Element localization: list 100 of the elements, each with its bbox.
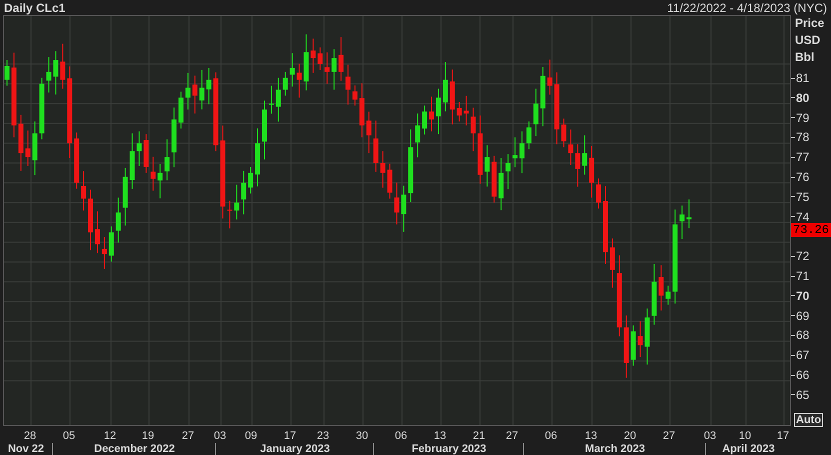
month-label: March 2023 bbox=[585, 443, 645, 455]
candlestick bbox=[429, 96, 434, 132]
candlestick bbox=[492, 155, 497, 204]
date-range: 11/22/2022 - 4/18/2023 (NYC) bbox=[667, 0, 827, 14]
date-tick-label: 17 bbox=[284, 430, 296, 442]
price-tick-label: 74 bbox=[796, 210, 810, 224]
last-price-label: 73.26 bbox=[791, 223, 831, 237]
candlestick bbox=[310, 38, 316, 74]
candlestick bbox=[227, 200, 232, 229]
candlestick bbox=[158, 164, 163, 199]
date-tick-label: 17 bbox=[776, 430, 790, 442]
candlestick bbox=[144, 134, 149, 174]
date-tick-label: 30 bbox=[356, 430, 368, 442]
month-label: January 2023 bbox=[260, 443, 330, 455]
candlestick bbox=[248, 166, 254, 194]
price-tick-label: 70 bbox=[796, 288, 810, 303]
candlestick bbox=[81, 170, 86, 212]
candlestick bbox=[234, 184, 240, 220]
candlestick bbox=[394, 182, 400, 225]
axis-unit-label: Price bbox=[795, 15, 824, 32]
month-label: December 2022 bbox=[94, 443, 175, 455]
candlestick bbox=[164, 138, 170, 181]
candlestick bbox=[680, 205, 685, 240]
candlestick bbox=[547, 59, 552, 96]
date-tick-label: 27 bbox=[662, 430, 676, 442]
candlestick bbox=[561, 118, 566, 148]
candlestick bbox=[652, 263, 657, 326]
date-tick-label: 19 bbox=[142, 430, 154, 442]
candlestick bbox=[359, 82, 364, 138]
date-tick-label: 21 bbox=[472, 430, 486, 442]
date-tick-label: 06 bbox=[394, 430, 408, 442]
price-tick-label: 80 bbox=[796, 90, 810, 105]
price-tick-label: 79 bbox=[796, 110, 810, 125]
date-tick-label: 28 bbox=[24, 430, 36, 442]
price-tick-label: 66 bbox=[796, 368, 810, 382]
date-tick-label: 27 bbox=[182, 430, 194, 442]
candlestick bbox=[255, 128, 260, 187]
date-tick-label: 03 bbox=[704, 430, 716, 442]
candlestick bbox=[346, 64, 350, 106]
candlestick bbox=[4, 60, 10, 86]
candlestick bbox=[206, 67, 212, 105]
month-label: April 2023 bbox=[722, 443, 775, 455]
candlestick bbox=[53, 50, 58, 95]
candlestick bbox=[478, 114, 483, 184]
candlestick bbox=[526, 120, 532, 150]
date-tick-label: 09 bbox=[244, 430, 258, 442]
date-tick-label: 13 bbox=[434, 430, 446, 442]
candlestick bbox=[318, 46, 323, 70]
candlestick bbox=[630, 324, 636, 366]
candlestick bbox=[122, 167, 128, 226]
candlestick bbox=[380, 150, 386, 188]
date-tick-label: 03 bbox=[214, 430, 226, 442]
price-tick-label: 78 bbox=[796, 130, 810, 144]
candlestick bbox=[442, 62, 448, 112]
candlestick bbox=[401, 185, 406, 232]
candlestick bbox=[450, 69, 455, 125]
candlestick bbox=[130, 132, 135, 190]
price-tick-label: 76 bbox=[796, 170, 810, 184]
candlestick bbox=[74, 132, 80, 190]
candlestick bbox=[185, 72, 190, 110]
candlestick bbox=[192, 75, 198, 114]
candlestick bbox=[456, 102, 462, 122]
candlestick bbox=[296, 63, 302, 98]
candlestick bbox=[436, 88, 441, 135]
axis-unit-label: USD bbox=[795, 32, 822, 49]
candlestick bbox=[60, 43, 66, 90]
price-tick-label: 72 bbox=[796, 249, 810, 264]
candlestick bbox=[332, 48, 337, 90]
candlestick bbox=[540, 66, 546, 127]
candlestick bbox=[199, 69, 204, 110]
candlestick bbox=[506, 154, 511, 190]
date-tick-label: 12 bbox=[104, 430, 116, 442]
price-tick-label: 67 bbox=[796, 348, 810, 362]
candlestick bbox=[18, 114, 24, 172]
candlestick bbox=[610, 238, 615, 288]
candlestick bbox=[415, 113, 420, 158]
candlestick bbox=[498, 158, 504, 211]
candlestick bbox=[568, 129, 574, 166]
price-tick-label: 68 bbox=[796, 328, 810, 342]
candlestick bbox=[422, 105, 428, 135]
candlestick bbox=[575, 144, 580, 188]
candlestick bbox=[666, 285, 671, 306]
date-tick-label: 27 bbox=[506, 430, 518, 442]
candlestick bbox=[366, 111, 372, 154]
price-tick-label: 71 bbox=[796, 269, 810, 283]
candlestick bbox=[324, 52, 330, 84]
candlestick bbox=[304, 34, 309, 91]
price-tick-label: 77 bbox=[796, 150, 810, 164]
candlestick bbox=[39, 77, 44, 140]
candlestick bbox=[150, 156, 156, 192]
candlestick bbox=[352, 84, 358, 106]
candlestick bbox=[596, 178, 602, 210]
candlestick bbox=[338, 36, 344, 82]
auto-scale-button[interactable]: Auto bbox=[794, 413, 824, 427]
date-tick-label: 06 bbox=[544, 430, 558, 442]
candlestick bbox=[241, 170, 246, 215]
candlestick bbox=[32, 120, 38, 176]
candlestick bbox=[88, 189, 93, 251]
candlestick bbox=[624, 314, 629, 378]
date-tick-label: 13 bbox=[584, 430, 598, 442]
